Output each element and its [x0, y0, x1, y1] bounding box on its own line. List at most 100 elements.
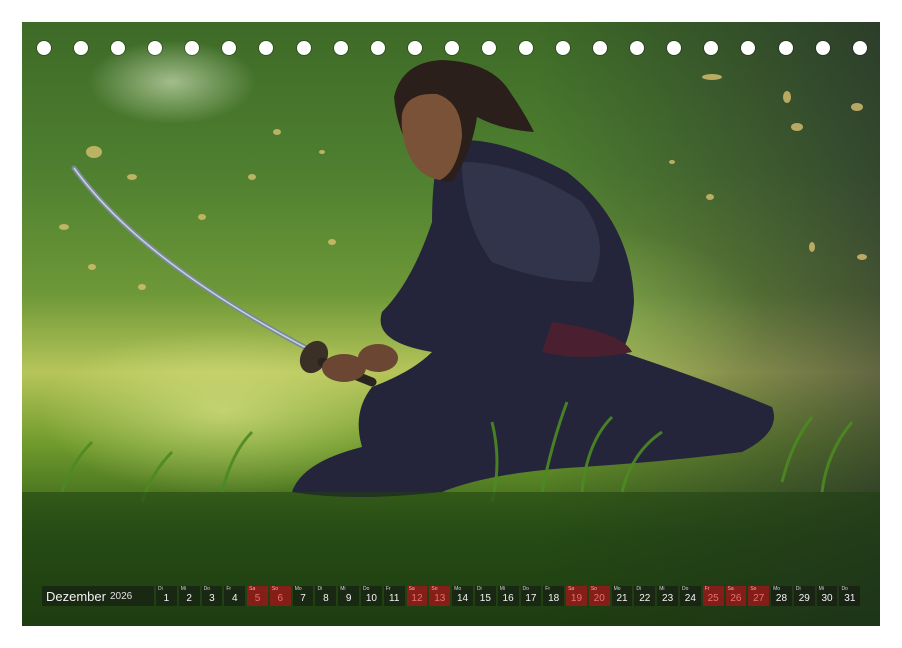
calendar-day: So 27	[748, 586, 770, 606]
binding-holes	[37, 40, 867, 56]
day-number: 27	[753, 593, 765, 604]
day-number: 21	[616, 593, 628, 604]
calendar-day: Di 29	[793, 586, 815, 606]
calendar-day: Mo 28	[771, 586, 792, 606]
calendar-day: Do 10	[361, 586, 382, 606]
binding-hole	[37, 41, 51, 55]
day-number: 14	[456, 593, 469, 604]
binding-hole	[704, 41, 719, 55]
day-number: 25	[707, 593, 719, 604]
binding-hole	[556, 41, 571, 55]
calendar-day: Do 24	[679, 586, 701, 606]
calendar-day: Do 17	[520, 586, 542, 606]
weekday-label: Fr	[385, 586, 391, 592]
calendar-day: Fr 11	[383, 586, 405, 606]
calendar-day: Di 8	[315, 586, 337, 606]
binding-hole	[185, 41, 200, 55]
weekday-label: Mi	[340, 586, 346, 592]
day-number: 6	[277, 593, 284, 604]
binding-hole	[111, 41, 126, 55]
binding-hole	[519, 41, 534, 55]
day-number: 1	[163, 593, 170, 604]
day-number: 17	[525, 593, 537, 604]
day-number: 19	[570, 593, 583, 604]
calendar-day: Di 15	[474, 586, 496, 606]
binding-hole	[222, 41, 237, 55]
binding-hole	[259, 41, 274, 55]
weekday-label: Sa	[568, 586, 575, 592]
weekday-label: Sa	[727, 586, 734, 592]
binding-hole	[852, 41, 867, 55]
calendar-day: Mi 16	[497, 586, 519, 606]
day-number: 3	[209, 593, 215, 604]
binding-hole	[778, 41, 793, 55]
day-number: 23	[662, 593, 674, 604]
weekday-label: Di	[795, 586, 801, 592]
day-number: 4	[231, 593, 238, 604]
calendar-day: Sa 5	[247, 586, 268, 606]
weekday-label: Mo	[454, 586, 462, 592]
weekday-label: Do	[203, 586, 210, 592]
weekday-label: Di	[476, 586, 482, 592]
day-number: 2	[186, 593, 192, 604]
binding-hole	[444, 41, 459, 55]
calendar-day: Mi 2	[178, 586, 200, 606]
calendar-day: Sa 19	[566, 586, 587, 606]
calendar-day: So 20	[588, 586, 610, 606]
day-number: 15	[479, 593, 491, 604]
day-number: 7	[300, 593, 306, 604]
weekday-label: Mo	[613, 586, 621, 592]
day-number: 8	[323, 593, 329, 604]
weekday-label: So	[750, 586, 757, 592]
binding-hole	[407, 41, 422, 55]
weekday-label: Di	[636, 586, 642, 592]
binding-hole	[630, 41, 645, 55]
weekday-label: Mo	[294, 586, 302, 592]
day-number: 24	[684, 593, 696, 604]
calendar-day: Mo 7	[292, 586, 314, 606]
weekday-label: So	[590, 586, 597, 592]
calendar-day: Sa 26	[725, 586, 747, 606]
day-number: 31	[844, 593, 856, 604]
binding-hole	[370, 41, 385, 55]
calendar-day: Di 1	[156, 586, 177, 606]
month-label: Dezember 2026	[42, 586, 154, 606]
year-label: 2026	[109, 590, 133, 602]
weekday-label: Mi	[180, 586, 187, 592]
samurai-photo	[22, 60, 880, 626]
weekday-label: Di	[158, 586, 163, 592]
day-number: 13	[434, 593, 446, 604]
day-number: 30	[821, 593, 833, 604]
weekday-label: Do	[522, 586, 529, 592]
calendar-day: Di 22	[634, 586, 656, 606]
binding-hole	[667, 41, 682, 55]
day-number: 10	[365, 593, 377, 604]
weekday-label: Mi	[499, 586, 505, 592]
day-number: 5	[254, 593, 261, 604]
calendar-day: Mo 14	[452, 586, 473, 606]
weekday-label: So	[271, 586, 279, 592]
weekday-label: Mi	[818, 586, 824, 592]
calendar-page: Dezember 2026 Di 1 Mi 2 Do 3 Fr 4 Sa 5 So 6 Mo 7 Di 8 Mi…	[22, 22, 880, 626]
day-number: 12	[411, 593, 423, 604]
day-number: 29	[798, 593, 810, 604]
calendar-day: So 6	[269, 586, 291, 606]
weekday-label: Di	[317, 586, 323, 592]
day-number: 18	[548, 593, 560, 604]
calendar-day: Sa 12	[406, 586, 428, 606]
calendar-day: Fr 25	[702, 586, 724, 606]
weekday-label: Do	[363, 586, 370, 592]
weekday-label: Fr	[226, 586, 232, 592]
weekday-label: Mi	[659, 586, 665, 592]
weekday-label: Fr	[545, 586, 551, 592]
calendar-day: Do 3	[201, 586, 223, 606]
binding-hole	[333, 41, 348, 55]
binding-hole	[296, 41, 311, 55]
calendar-day: Fr 18	[543, 586, 565, 606]
weekday-label: Do	[841, 586, 848, 592]
weekday-label: Do	[681, 586, 689, 592]
day-number: 9	[345, 593, 352, 604]
day-number: 28	[775, 593, 788, 604]
calendar-bar: Dezember 2026 Di 1 Mi 2 Do 3 Fr 4 Sa 5 So 6 Mo 7 Di 8 Mi…	[42, 586, 861, 606]
weekday-label: Mo	[773, 586, 781, 592]
